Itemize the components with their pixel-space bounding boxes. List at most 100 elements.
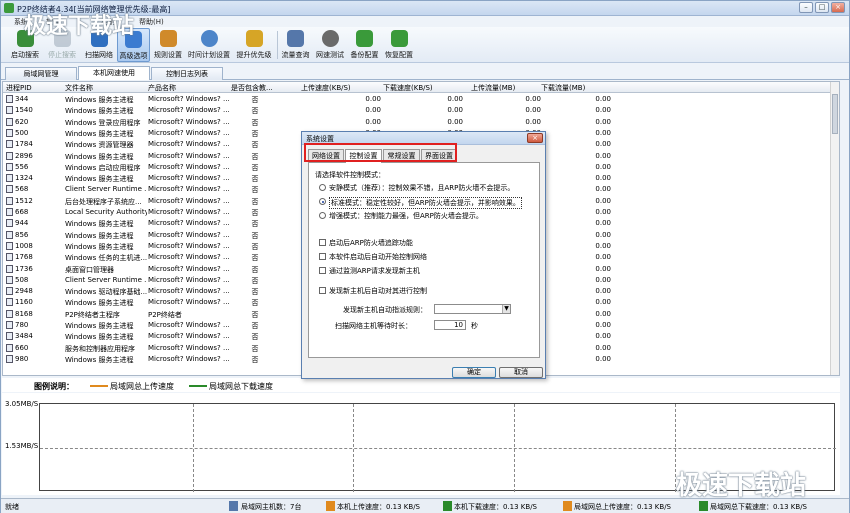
download-traffic-cell: 0.00	[595, 128, 611, 137]
contains-cell: 否	[251, 129, 259, 138]
file-name-cell: Windows 任务的主机进...	[65, 254, 147, 263]
table-row[interactable]: 344 Windows 服务主进程 Microsoft? Windows? ... 否…	[3, 94, 839, 104]
product-name-cell: Microsoft? Windows? ...	[148, 354, 230, 363]
close-button[interactable]: ×	[831, 2, 845, 13]
speed-test-icon	[321, 30, 339, 47]
pid-cell: 508	[15, 275, 29, 284]
process-icon	[6, 95, 13, 103]
pid-cell: 568	[15, 185, 29, 194]
download-traffic-cell: 0.00	[595, 151, 611, 160]
col-upload-traffic[interactable]: 上传流量(MB)	[471, 83, 541, 93]
pid-cell: 556	[15, 162, 29, 171]
rule-assign-select[interactable]: ▼	[434, 304, 511, 314]
download-traffic-cell: 0.00	[595, 275, 611, 284]
restore-button[interactable]: 恢复配置	[382, 28, 416, 62]
process-icon	[6, 332, 13, 341]
table-scrollbar[interactable]	[830, 82, 839, 375]
speed-test-button[interactable]: 网速测试	[313, 28, 347, 62]
file-name-cell: Windows 登录应用程序	[65, 118, 141, 127]
process-icon	[6, 185, 13, 194]
table-row[interactable]: 620 Windows 登录应用程序 Microsoft? Windows? ...…	[3, 117, 839, 127]
col-download-traffic[interactable]: 下载流量(MB)	[541, 83, 611, 93]
download-traffic-cell: 0.00	[595, 140, 611, 149]
auto-start-checkbox[interactable]	[319, 253, 326, 260]
backup-button[interactable]: 备份配置	[348, 28, 381, 62]
table-row[interactable]: 1540 Windows 服务主进程 Microsoft? Windows? ...…	[3, 105, 839, 115]
file-name-cell: Windows 服务主进程	[65, 299, 134, 308]
download-traffic-cell: 0.00	[595, 309, 611, 318]
traffic-query-icon	[287, 30, 304, 47]
product-name-cell: Microsoft? Windows? ...	[148, 162, 230, 171]
dialog-tabs-highlight	[304, 143, 457, 162]
download-traffic-cell: 0.00	[595, 321, 611, 329]
mode-enhanced-label: 增强模式：控制能力最强，但ARP防火墙会提示。	[329, 212, 483, 220]
scan-wait-input[interactable]: 10	[434, 320, 466, 330]
download-traffic-cell: 0.00	[595, 287, 611, 296]
arp-detect-checkbox[interactable]	[319, 267, 326, 274]
tab-control-log[interactable]: 控制日志列表	[151, 67, 223, 80]
col-file-name[interactable]: 文件名称	[65, 83, 147, 93]
file-name-cell: Windows 启动应用程序	[65, 163, 141, 172]
status-ready: 就绪	[5, 503, 19, 511]
product-name-cell: P2P终结者	[148, 310, 182, 319]
process-icon	[6, 140, 13, 149]
contains-cell: 否	[251, 96, 259, 104]
minimize-button[interactable]: –	[799, 2, 813, 13]
pid-cell: 344	[15, 95, 29, 103]
arp-trace-checkbox[interactable]	[319, 239, 326, 246]
mode-quiet-radio[interactable]	[319, 184, 326, 191]
product-name-cell: Microsoft? Windows? ...	[148, 174, 230, 183]
pid-cell: 2948	[15, 287, 33, 296]
pid-cell: 1736	[15, 264, 33, 273]
upload-speed-cell: 0.00	[365, 106, 381, 115]
rules-button[interactable]: 规则设置	[151, 28, 185, 62]
process-icon	[6, 219, 13, 228]
mode-standard-radio[interactable]	[319, 198, 326, 205]
pid-cell: 1512	[15, 196, 33, 205]
traffic-query-button[interactable]: 流量查询	[279, 28, 312, 62]
dialog-close-button[interactable]: ×	[527, 133, 543, 143]
download-traffic-cell: 0.00	[595, 117, 611, 126]
download-arrow-icon	[699, 501, 708, 511]
contains-cell: 否	[251, 186, 259, 195]
cancel-button[interactable]: 取消	[499, 367, 543, 378]
tab-lan-management[interactable]: 局域网管理	[5, 67, 77, 80]
main-tabs: 局域网管理 本机网速使用 控制日志列表	[1, 65, 849, 80]
file-name-cell: Client Server Runtime ...	[65, 275, 147, 284]
download-traffic-cell: 0.00	[595, 219, 611, 228]
pid-cell: 1784	[15, 140, 33, 149]
ok-button[interactable]: 确定	[452, 367, 496, 378]
product-name-cell: Microsoft? Windows? ...	[148, 140, 230, 149]
col-product-name[interactable]: 产品名称	[148, 83, 230, 93]
auto-control-checkbox[interactable]	[319, 287, 326, 294]
product-name-cell: Microsoft? Windows? ...	[148, 287, 230, 296]
product-name-cell: Microsoft? Windows? ...	[148, 275, 230, 284]
watermark-top: 极速下载站	[24, 14, 135, 39]
col-contains[interactable]: 是否包含教...	[231, 83, 279, 93]
tab-local-speed[interactable]: 本机网速使用	[78, 66, 150, 80]
col-pid[interactable]: 进程PID	[6, 83, 64, 93]
mode-enhanced-radio[interactable]	[319, 212, 326, 219]
chevron-down-icon: ▼	[502, 305, 510, 313]
file-name-cell: Windows 服务主进程	[65, 220, 134, 229]
col-download-speed[interactable]: 下载速度(KB/S)	[383, 83, 463, 93]
legend-download-swatch	[189, 385, 207, 387]
col-upload-speed[interactable]: 上传速度(KB/S)	[301, 83, 381, 93]
download-traffic-cell: 0.00	[595, 230, 611, 239]
upload-speed-cell: 0.00	[365, 95, 381, 103]
schedule-button[interactable]: 时间计划设置	[186, 28, 232, 62]
scan-wait-label: 扫描网络主机等待时长：	[335, 322, 412, 330]
scrollbar-thumb[interactable]	[832, 94, 838, 134]
upload-arrow-icon	[326, 501, 335, 511]
download-arrow-icon	[443, 501, 452, 511]
menu-help[interactable]: 帮助(H)	[139, 17, 164, 27]
maximize-button[interactable]: □	[815, 2, 829, 13]
hosts-icon	[229, 501, 238, 511]
contains-cell: 否	[251, 220, 259, 229]
contains-cell: 否	[251, 288, 259, 297]
legend-download-label: 局域网总下载速度	[209, 382, 273, 391]
process-icon	[6, 230, 13, 239]
mode-quiet-label: 安静模式（推荐）：控制效果不错，且ARP防火墙不会提示。	[329, 184, 515, 192]
priority-button[interactable]: 提升优先级	[235, 28, 273, 62]
app-logo-icon	[4, 3, 14, 13]
